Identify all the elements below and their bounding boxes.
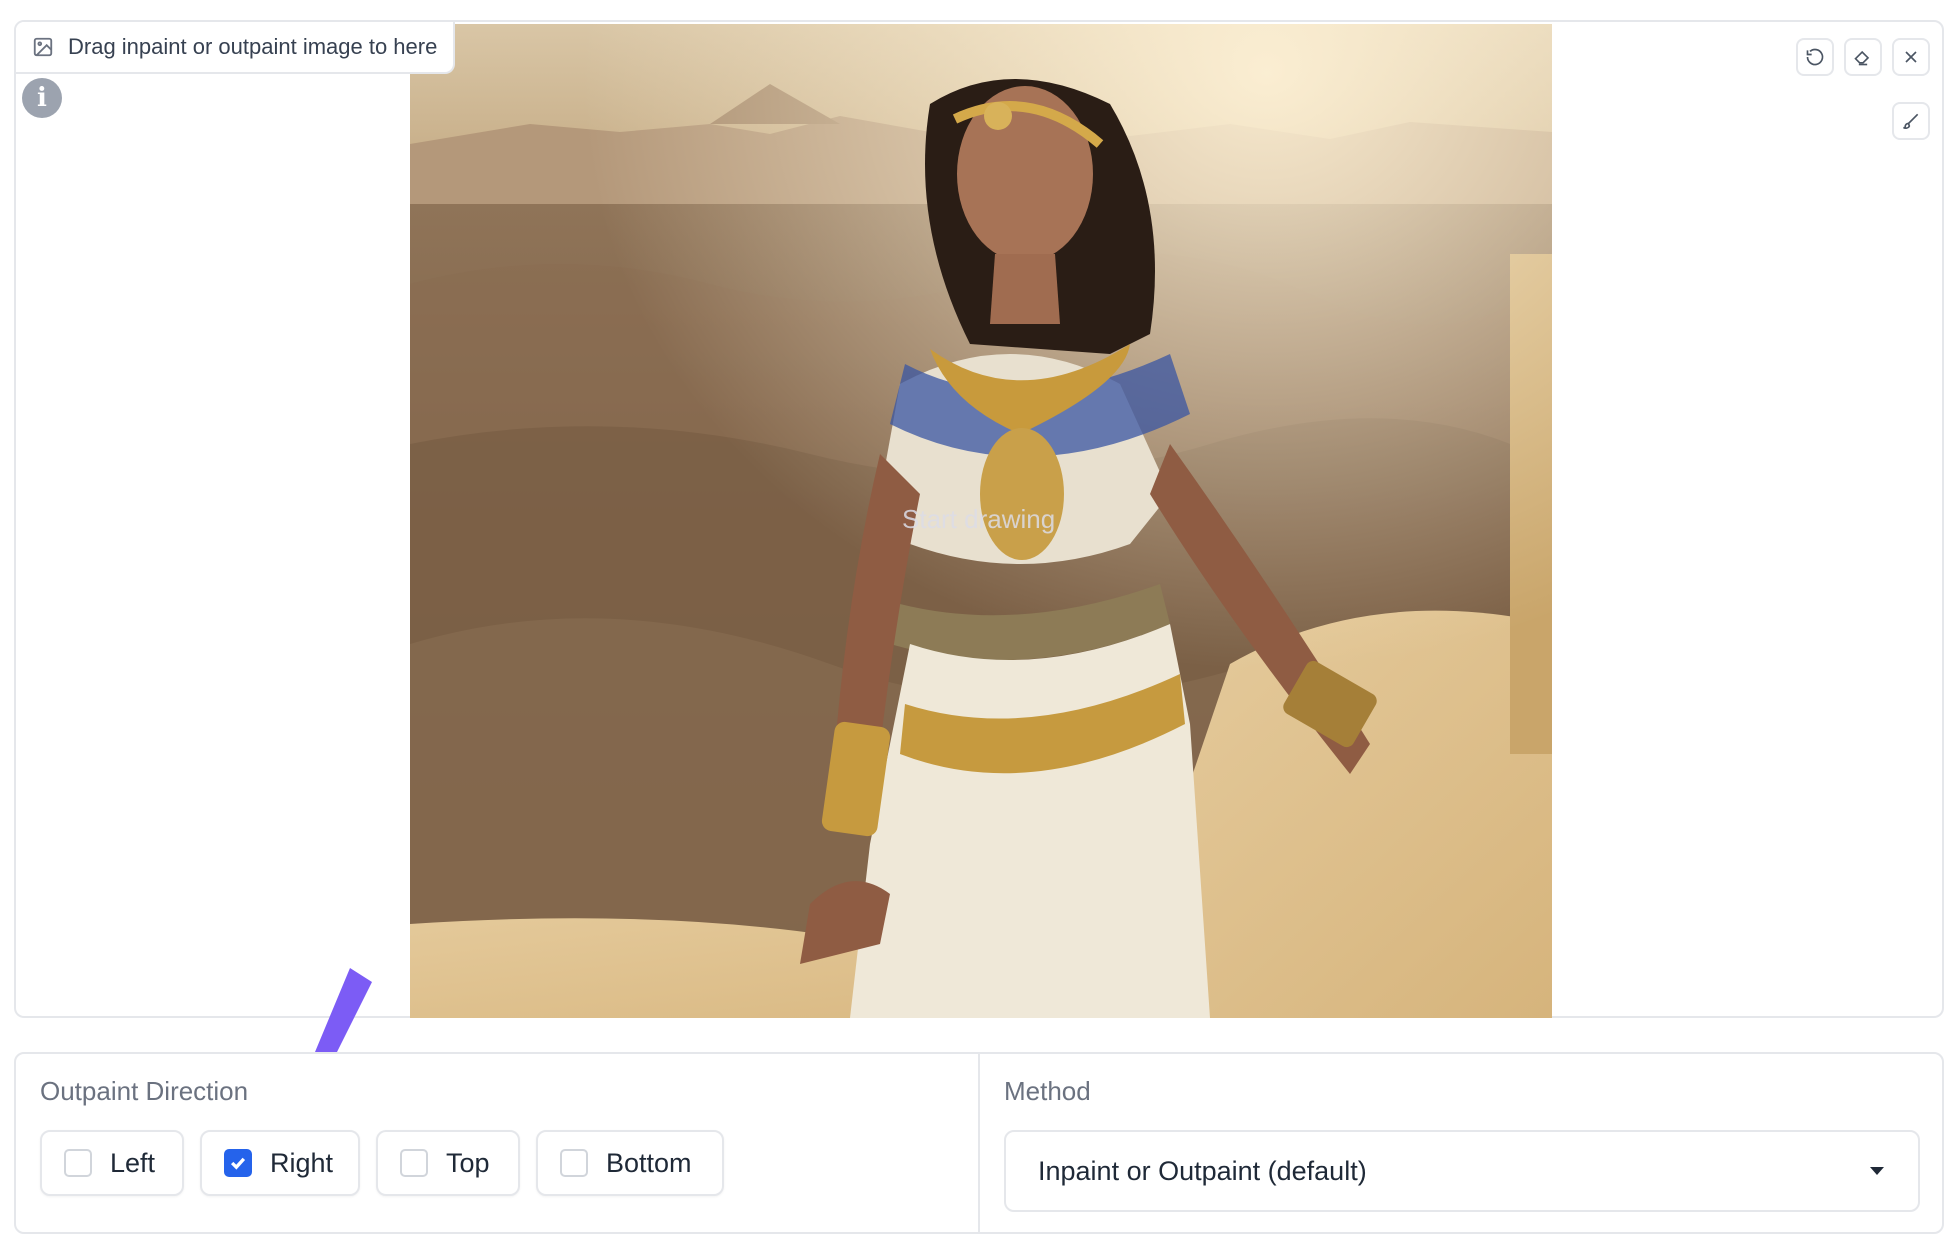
checkbox-label: Bottom	[606, 1147, 692, 1178]
method-selected-value: Inpaint or Outpaint (default)	[1038, 1155, 1367, 1186]
undo-button[interactable]	[1796, 38, 1834, 76]
checkbox-top[interactable]: Top	[376, 1130, 520, 1196]
outpaint-direction-label: Outpaint Direction	[40, 1076, 249, 1106]
brush-button[interactable]	[1892, 102, 1930, 140]
image-upload-label[interactable]: Drag inpaint or outpaint image to here	[16, 22, 456, 74]
checkbox-box[interactable]	[560, 1149, 588, 1177]
info-icon[interactable]: i	[22, 78, 62, 118]
checkbox-right[interactable]: Right	[200, 1130, 360, 1196]
checkbox-label: Top	[446, 1147, 490, 1178]
checkbox-bottom[interactable]: Bottom	[536, 1130, 724, 1196]
method-dropdown[interactable]: Inpaint or Outpaint (default)	[1004, 1130, 1920, 1212]
checkmark-icon	[230, 1157, 246, 1170]
eraser-button[interactable]	[1844, 38, 1882, 76]
checkbox-label: Left	[110, 1147, 156, 1178]
close-icon	[1905, 51, 1917, 63]
close-button[interactable]	[1892, 38, 1930, 76]
drop-label-text: Drag inpaint or outpaint image to here	[68, 34, 438, 59]
checkbox-box[interactable]	[400, 1149, 428, 1177]
chevron-down-icon	[1870, 1167, 1884, 1175]
canvas-placeholder-text: Start drawing	[902, 504, 1056, 534]
outpaint-controls: Outpaint Direction Left Right Top Bottom…	[14, 1052, 1944, 1234]
image-editor[interactable]: Drag inpaint or outpaint image to here i	[14, 20, 1944, 1018]
brush-icon	[1903, 113, 1919, 129]
image-icon	[33, 37, 53, 57]
checkbox-box[interactable]	[224, 1149, 252, 1177]
method-label: Method	[1004, 1076, 1091, 1106]
checkbox-left[interactable]: Left	[40, 1130, 184, 1196]
undo-icon	[1806, 48, 1824, 66]
section-divider	[978, 1054, 980, 1232]
checkbox-label: Right	[270, 1147, 334, 1178]
checkbox-box[interactable]	[64, 1149, 92, 1177]
eraser-icon	[1854, 50, 1870, 66]
